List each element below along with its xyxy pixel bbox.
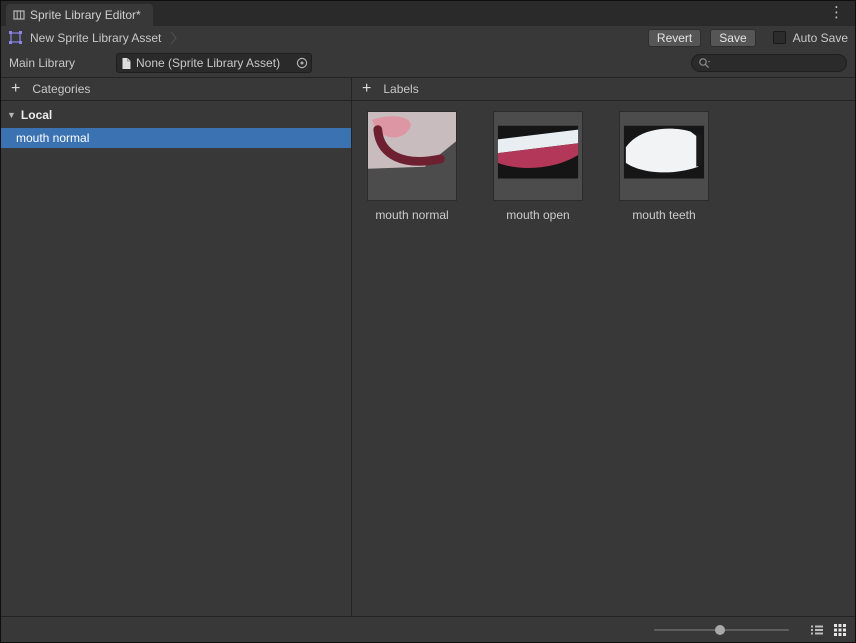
main-library-row: Main Library None (Sprite Library Asset) xyxy=(1,49,855,77)
add-category-button[interactable]: + xyxy=(9,81,22,97)
tab-strip: Sprite Library Editor* ⋮ xyxy=(1,1,855,26)
main-library-label: Main Library xyxy=(9,56,76,70)
label-tile-mouth-teeth[interactable]: mouth teeth xyxy=(619,111,709,222)
search-field[interactable] xyxy=(691,54,847,72)
labels-header: + Labels xyxy=(352,78,855,101)
sprite-thumbnail-mouth-teeth[interactable] xyxy=(619,111,709,201)
label-tiles: mouth normal mouth open mouth teeth xyxy=(352,101,855,222)
thumbnail-size-slider[interactable] xyxy=(654,625,789,635)
auto-save-checkbox[interactable] xyxy=(772,31,786,44)
grid-view-icon[interactable] xyxy=(832,622,848,638)
bottom-bar xyxy=(1,616,855,642)
category-item-mouth-normal[interactable]: mouth normal xyxy=(1,128,351,148)
list-view-icon[interactable] xyxy=(809,622,825,638)
label-tile-mouth-open[interactable]: mouth open xyxy=(493,111,583,222)
tile-label: mouth normal xyxy=(375,208,449,222)
categories-header: + Categories xyxy=(1,78,351,101)
label-tile-mouth-normal[interactable]: mouth normal xyxy=(367,111,457,222)
local-group-label: Local xyxy=(20,108,53,122)
search-input[interactable] xyxy=(714,56,838,70)
toolbar: New Sprite Library Asset Revert Save Aut… xyxy=(1,26,855,49)
breadcrumb-chevron-icon xyxy=(170,30,178,46)
save-button[interactable]: Save xyxy=(710,28,756,47)
view-mode-buttons xyxy=(809,622,848,638)
local-group-foldout[interactable]: ▼ Local xyxy=(1,105,351,125)
asset-file-icon xyxy=(121,57,132,70)
tile-label: mouth open xyxy=(506,208,570,222)
slider-handle[interactable] xyxy=(714,625,725,635)
sprite-thumbnail-mouth-normal[interactable] xyxy=(367,111,457,201)
sprite-thumbnail-mouth-open[interactable] xyxy=(493,111,583,201)
auto-save-label: Auto Save xyxy=(792,30,848,45)
content-area: + Categories ▼ Local mouth normal + Labe… xyxy=(1,77,855,616)
tab-sprite-library-editor[interactable]: Sprite Library Editor* xyxy=(6,4,153,26)
sprite-library-asset-icon xyxy=(8,30,23,45)
main-library-value: None (Sprite Library Asset) xyxy=(136,56,281,70)
categories-panel: + Categories ▼ Local mouth normal xyxy=(1,78,352,616)
revert-button[interactable]: Revert xyxy=(647,28,702,47)
category-item-label: mouth normal xyxy=(16,131,90,145)
window-menu-icon[interactable]: ⋮ xyxy=(825,4,848,21)
breadcrumb[interactable]: New Sprite Library Asset xyxy=(30,31,161,45)
main-library-object-field[interactable]: None (Sprite Library Asset) xyxy=(116,53,312,73)
labels-panel: + Labels mouth normal mouth open mouth t… xyxy=(352,78,855,616)
sprite-library-editor-window: Sprite Library Editor* ⋮ New Sprite Libr… xyxy=(0,0,856,643)
search-icon xyxy=(698,57,710,69)
tile-label: mouth teeth xyxy=(632,208,696,222)
foldout-triangle-icon: ▼ xyxy=(7,110,16,120)
categories-title: Categories xyxy=(32,82,91,96)
object-picker-icon[interactable] xyxy=(295,56,309,70)
add-label-button[interactable]: + xyxy=(360,81,373,97)
tab-title: Sprite Library Editor* xyxy=(30,8,141,22)
sprite-library-editor-icon xyxy=(13,9,25,21)
labels-title: Labels xyxy=(383,82,419,96)
